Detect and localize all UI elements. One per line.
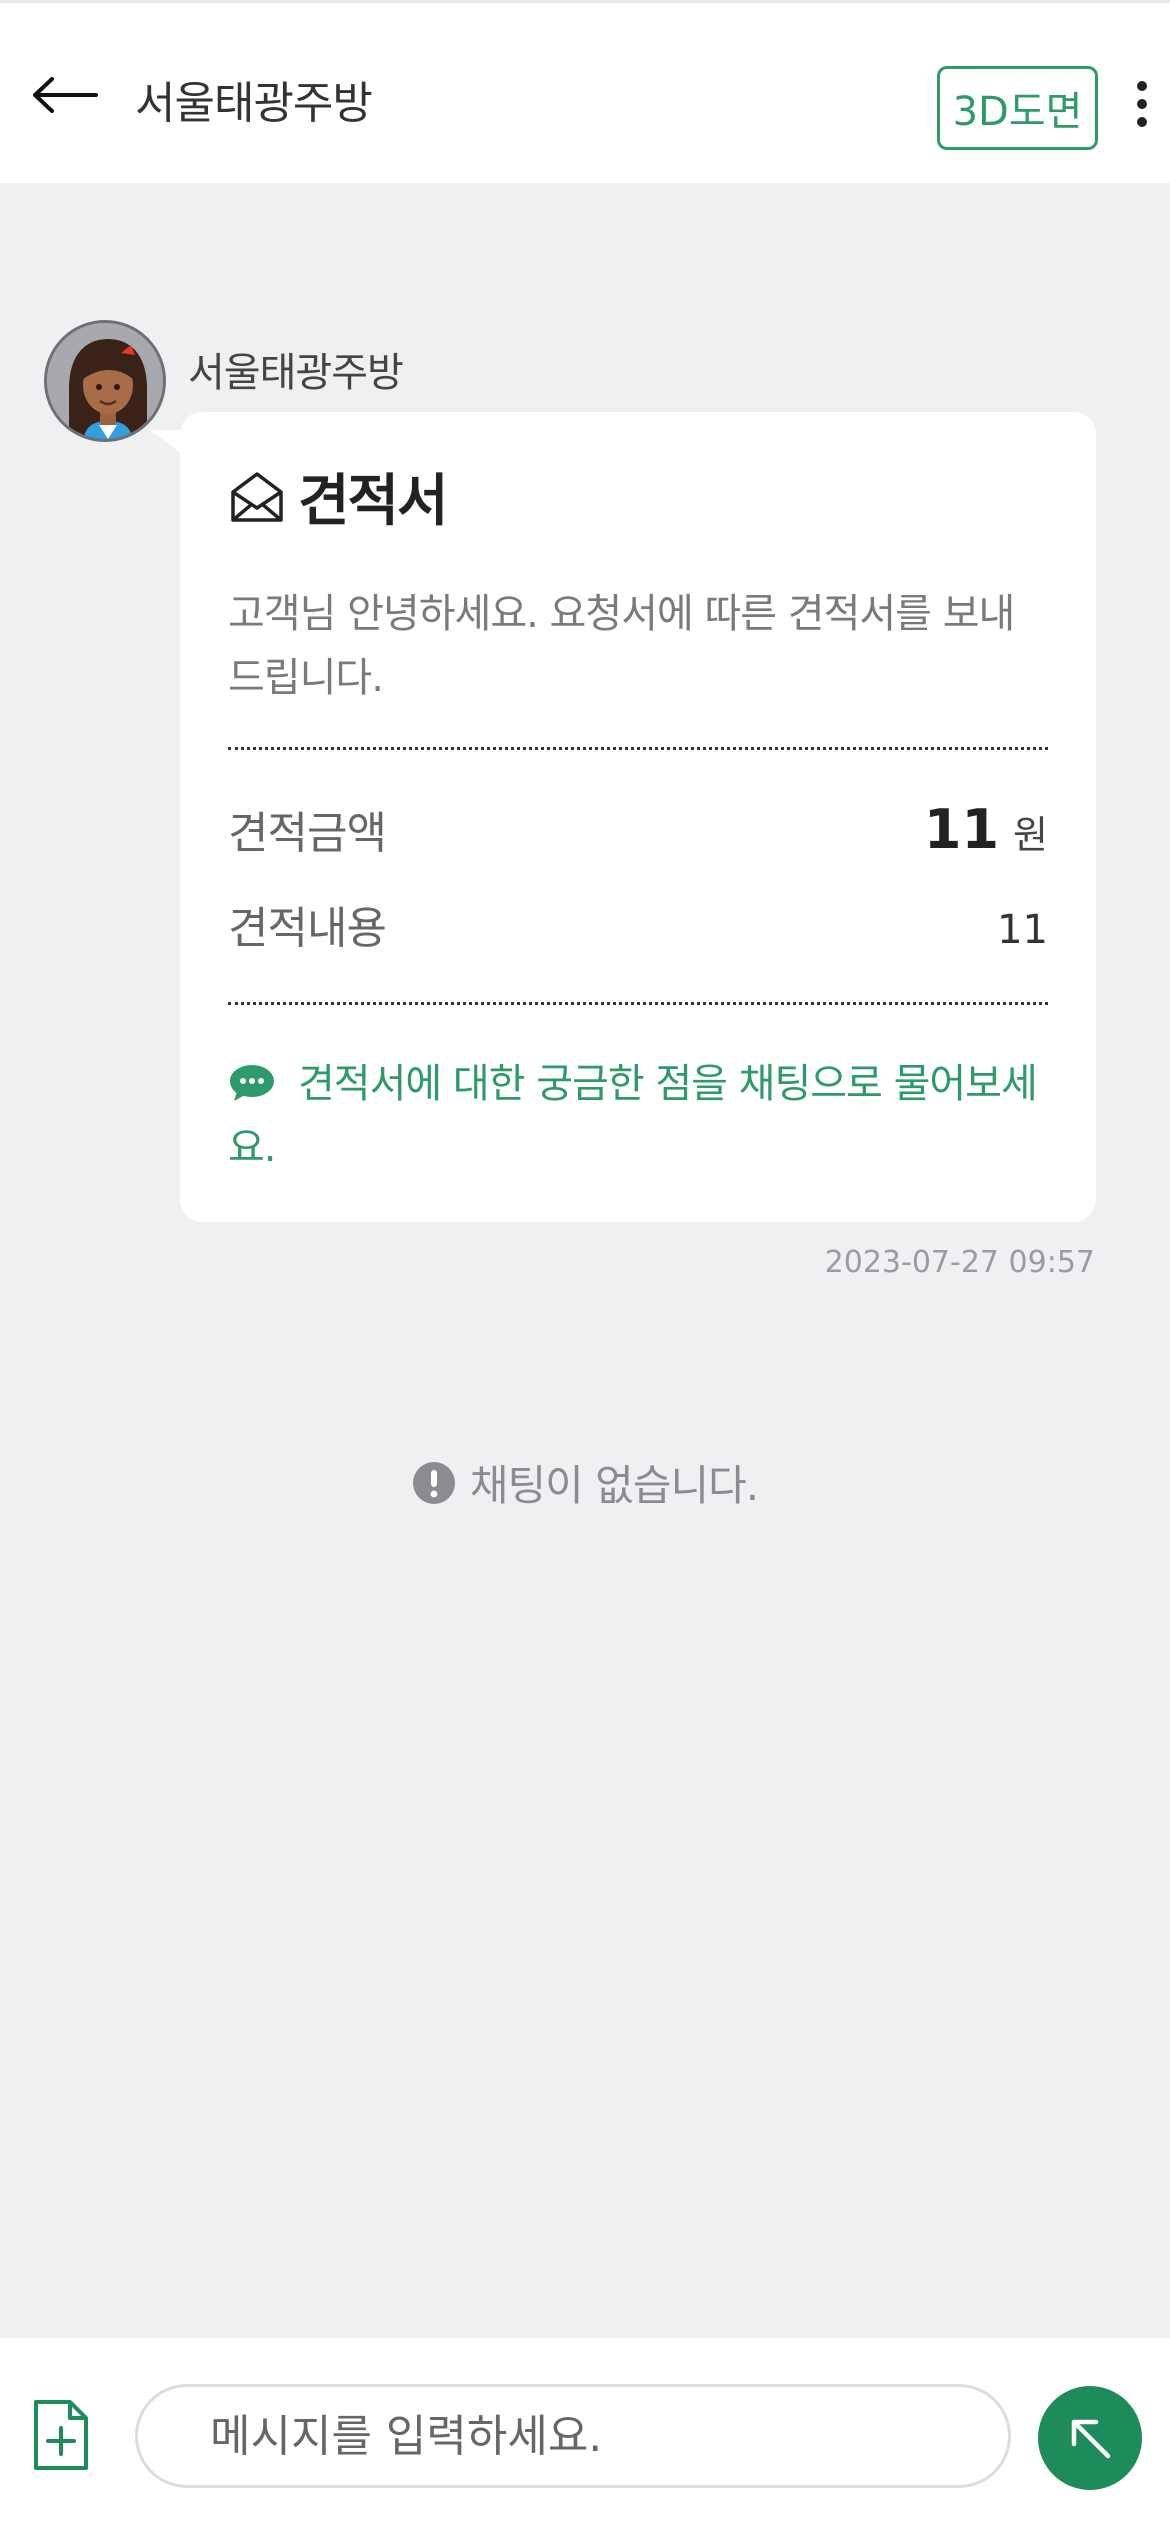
empty-chat-text: 채팅이 없습니다. <box>469 1461 759 1510</box>
message-input[interactable] <box>135 2384 1011 2488</box>
estimate-amount-label: 견적금액 <box>228 808 387 859</box>
message-composer <box>0 2338 1170 2532</box>
envelope-open-icon <box>231 471 283 522</box>
chat-hint-text: 견적서에 대한 궁금한 점을 채팅으로 물어보세요. <box>228 1061 1038 1171</box>
divider <box>228 1002 1048 1005</box>
estimate-amount-value: 11 <box>923 798 1000 861</box>
currency-unit: 원 <box>1013 813 1048 857</box>
estimate-content-value: 11 <box>997 907 1048 953</box>
estimate-amount: 11 원 <box>924 798 1048 861</box>
file-add-icon <box>34 2400 88 2470</box>
card-description: 고객님 안녕하세요. 요청서에 따른 견적서를 보내 드립니다. <box>228 591 1015 701</box>
attach-file-button[interactable] <box>32 2398 90 2472</box>
estimate-card[interactable]: 견적서 고객님 안녕하세요. 요청서에 따른 견적서를 보내 드립니다. 견적금… <box>180 412 1096 1222</box>
back-button[interactable] <box>30 65 106 125</box>
message-timestamp: 2023-07-27 09:57 <box>824 1245 1095 1280</box>
more-vertical-icon <box>1137 81 1147 91</box>
avatar-icon <box>47 323 163 439</box>
arrow-up-left-icon <box>1071 2419 1111 2459</box>
chat-hint[interactable]: 견적서에 대한 궁금한 점을 채팅으로 물어보세요. <box>228 1052 1058 1180</box>
more-options-button[interactable] <box>1130 81 1154 133</box>
sender-name: 서울태광주방 <box>188 350 404 396</box>
chat-screen: 서울태광주방 3D도면 서울태광주방 견적서 고객님 안녕하세요. 요청서에 따… <box>0 0 1170 2532</box>
arrow-left-icon <box>33 77 98 113</box>
card-header: 견적서 <box>228 456 449 537</box>
empty-chat-state: 채팅이 없습니다. <box>0 1452 1170 1513</box>
sender-avatar[interactable] <box>44 320 166 442</box>
chat-bubble-icon <box>230 1065 274 1101</box>
alert-circle-icon <box>412 1461 455 1504</box>
page-title: 서울태광주방 <box>135 78 373 129</box>
estimate-amount-row: 견적금액 11 원 <box>228 797 1048 861</box>
estimate-content-label: 견적내용 <box>228 903 387 954</box>
3d-drawing-button[interactable]: 3D도면 <box>937 66 1098 150</box>
estimate-content-row: 견적내용 11 <box>228 892 1048 956</box>
app-header: 서울태광주방 3D도면 <box>0 0 1170 183</box>
card-title: 견적서 <box>298 469 449 534</box>
divider <box>228 747 1048 750</box>
send-button[interactable] <box>1038 2386 1142 2490</box>
